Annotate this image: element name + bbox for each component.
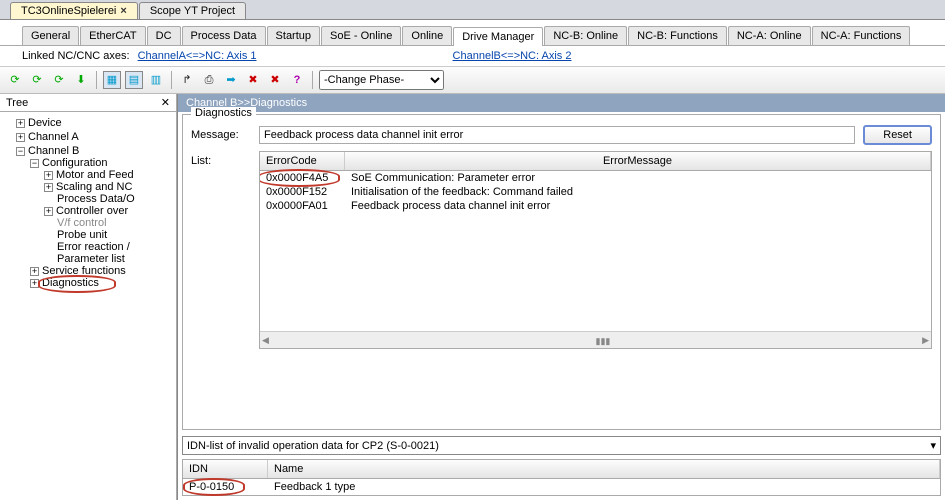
list-label: List: (191, 151, 251, 167)
tree-channel-a[interactable]: Channel A (28, 131, 79, 143)
chevron-down-icon: ▾ (930, 439, 936, 452)
refresh-a-icon[interactable]: ⟳ (28, 71, 46, 89)
table-row[interactable]: P-0-0150 Feedback 1 type (183, 479, 940, 495)
idn-dropdown[interactable]: IDN-list of invalid operation data for C… (182, 436, 941, 455)
file-tab-active[interactable]: TC3OnlineSpielerei × (10, 2, 138, 19)
tool-c-icon[interactable]: ➡ (222, 71, 240, 89)
tab-ethercat[interactable]: EtherCAT (80, 26, 145, 45)
tree-header: Tree (6, 97, 28, 109)
tree-controller[interactable]: Controller over (56, 205, 128, 217)
tree-close-icon[interactable]: ✕ (161, 96, 170, 109)
expand-icon[interactable]: + (44, 207, 53, 216)
linked-axes-row: Linked NC/CNC axes: ChannelA<=>NC: Axis … (0, 46, 945, 67)
error-table[interactable]: ErrorCode ErrorMessage 0x0000F4A5 SoE Co… (259, 151, 932, 349)
tab-nca-online[interactable]: NC-A: Online (728, 26, 811, 45)
idn-dropdown-label: IDN-list of invalid operation data for C… (187, 440, 439, 452)
expand-icon[interactable]: + (44, 171, 53, 180)
right-pane: Channel B>>Diagnostics Diagnostics Messa… (177, 94, 945, 500)
tree-vf[interactable]: V/f control (57, 217, 107, 229)
toolbar: ⟳ ⟳ ⟳ ⬇ ▦ ▤ ▥ ↱ ⎙ ➡ ✖ ✖ ? -Change Phase- (0, 67, 945, 94)
tree-device[interactable]: Device (28, 117, 62, 129)
diagnostics-group: Diagnostics Message: Feedback process da… (182, 114, 941, 430)
tool-a-icon[interactable]: ↱ (178, 71, 196, 89)
cell-idn: P-0-0150 (183, 479, 268, 495)
tree-servicefn[interactable]: Service functions (42, 265, 126, 277)
reset-button[interactable]: Reset (863, 125, 932, 145)
cell-errorcode: 0x0000FA01 (260, 199, 345, 213)
tab-ncb-func[interactable]: NC-B: Functions (628, 26, 727, 45)
tree-diagnostics[interactable]: Diagnostics (42, 277, 99, 289)
view3-icon[interactable]: ▥ (147, 71, 165, 89)
tab-soeonline[interactable]: SoE - Online (321, 26, 401, 45)
diag-legend: Diagnostics (191, 107, 256, 119)
tab-general[interactable]: General (22, 26, 79, 45)
tool-d-icon[interactable]: ✖ (244, 71, 262, 89)
expand-icon[interactable]: + (30, 279, 39, 288)
file-tab-bar: TC3OnlineSpielerei × Scope YT Project (0, 0, 945, 20)
tree-channel-b[interactable]: Channel B (28, 145, 79, 157)
tree-configuration[interactable]: Configuration (42, 157, 107, 169)
tree-processdata[interactable]: Process Data/O (57, 193, 135, 205)
tree-paramlist[interactable]: Parameter list (57, 253, 125, 265)
col-errorcode[interactable]: ErrorCode (260, 152, 345, 170)
collapse-icon[interactable]: − (16, 147, 25, 156)
expand-icon[interactable]: + (44, 183, 53, 192)
view1-icon[interactable]: ▦ (103, 71, 121, 89)
tool-b-icon[interactable]: ⎙ (200, 71, 218, 89)
file-tab-label: TC3OnlineSpielerei (21, 5, 116, 17)
sub-tab-bar: General EtherCAT DC Process Data Startup… (0, 24, 945, 46)
message-label: Message: (191, 129, 251, 141)
tab-nca-func[interactable]: NC-A: Functions (812, 26, 911, 45)
collapse-icon[interactable]: − (30, 159, 39, 168)
file-tab-other[interactable]: Scope YT Project (139, 2, 246, 19)
download-icon[interactable]: ⬇ (72, 71, 90, 89)
cell-errormsg: Initialisation of the feedback: Command … (345, 185, 579, 199)
cell-errormsg: SoE Communication: Parameter error (345, 171, 541, 185)
col-errormessage[interactable]: ErrorMessage (345, 152, 931, 170)
expand-icon[interactable]: + (16, 133, 25, 142)
table-row[interactable]: 0x0000F152 Initialisation of the feedbac… (260, 185, 931, 199)
linked-label: Linked NC/CNC axes: (22, 50, 130, 62)
table-row[interactable]: 0x0000F4A5 SoE Communication: Parameter … (260, 171, 931, 185)
col-name[interactable]: Name (268, 460, 940, 478)
tree-errreact[interactable]: Error reaction / (57, 241, 130, 253)
tab-ncb-online[interactable]: NC-B: Online (544, 26, 627, 45)
idn-table: IDN Name P-0-0150 Feedback 1 type (182, 459, 941, 496)
cell-errorcode: 0x0000F152 (260, 185, 345, 199)
help-icon[interactable]: ? (288, 71, 306, 89)
refresh-b-icon[interactable]: ⟳ (50, 71, 68, 89)
col-idn[interactable]: IDN (183, 460, 268, 478)
tab-online[interactable]: Online (402, 26, 452, 45)
tree-probe[interactable]: Probe unit (57, 229, 107, 241)
tree-motor[interactable]: Motor and Feed (56, 169, 134, 181)
change-phase-select[interactable]: -Change Phase- (319, 70, 444, 90)
cell-errormsg: Feedback process data channel init error (345, 199, 556, 213)
tool-e-icon[interactable]: ✖ (266, 71, 284, 89)
cell-errorcode: 0x0000F4A5 (260, 171, 345, 185)
refresh-all-icon[interactable]: ⟳ (6, 71, 24, 89)
cell-name: Feedback 1 type (268, 479, 940, 495)
table-row[interactable]: 0x0000FA01 Feedback process data channel… (260, 199, 931, 213)
tab-dc[interactable]: DC (147, 26, 181, 45)
link-channel-a[interactable]: ChannelA<=>NC: Axis 1 (138, 50, 257, 62)
close-icon[interactable]: × (120, 5, 126, 17)
tab-processdata[interactable]: Process Data (182, 26, 266, 45)
view2-icon[interactable]: ▤ (125, 71, 143, 89)
expand-icon[interactable]: + (30, 267, 39, 276)
tree-panel: Tree ✕ +Device +Channel A −Channel B −Co… (0, 94, 177, 500)
breadcrumb: Channel B>>Diagnostics (178, 94, 945, 112)
file-tab-label: Scope YT Project (150, 5, 235, 17)
tab-startup[interactable]: Startup (267, 26, 320, 45)
expand-icon[interactable]: + (16, 119, 25, 128)
message-input[interactable]: Feedback process data channel init error (259, 126, 855, 144)
link-channel-b[interactable]: ChannelB<=>NC: Axis 2 (453, 50, 572, 62)
tree-scaling[interactable]: Scaling and NC (56, 181, 132, 193)
h-scrollbar[interactable]: ◀▮▮▮▶ (260, 331, 931, 348)
tab-drivemanager[interactable]: Drive Manager (453, 27, 543, 46)
